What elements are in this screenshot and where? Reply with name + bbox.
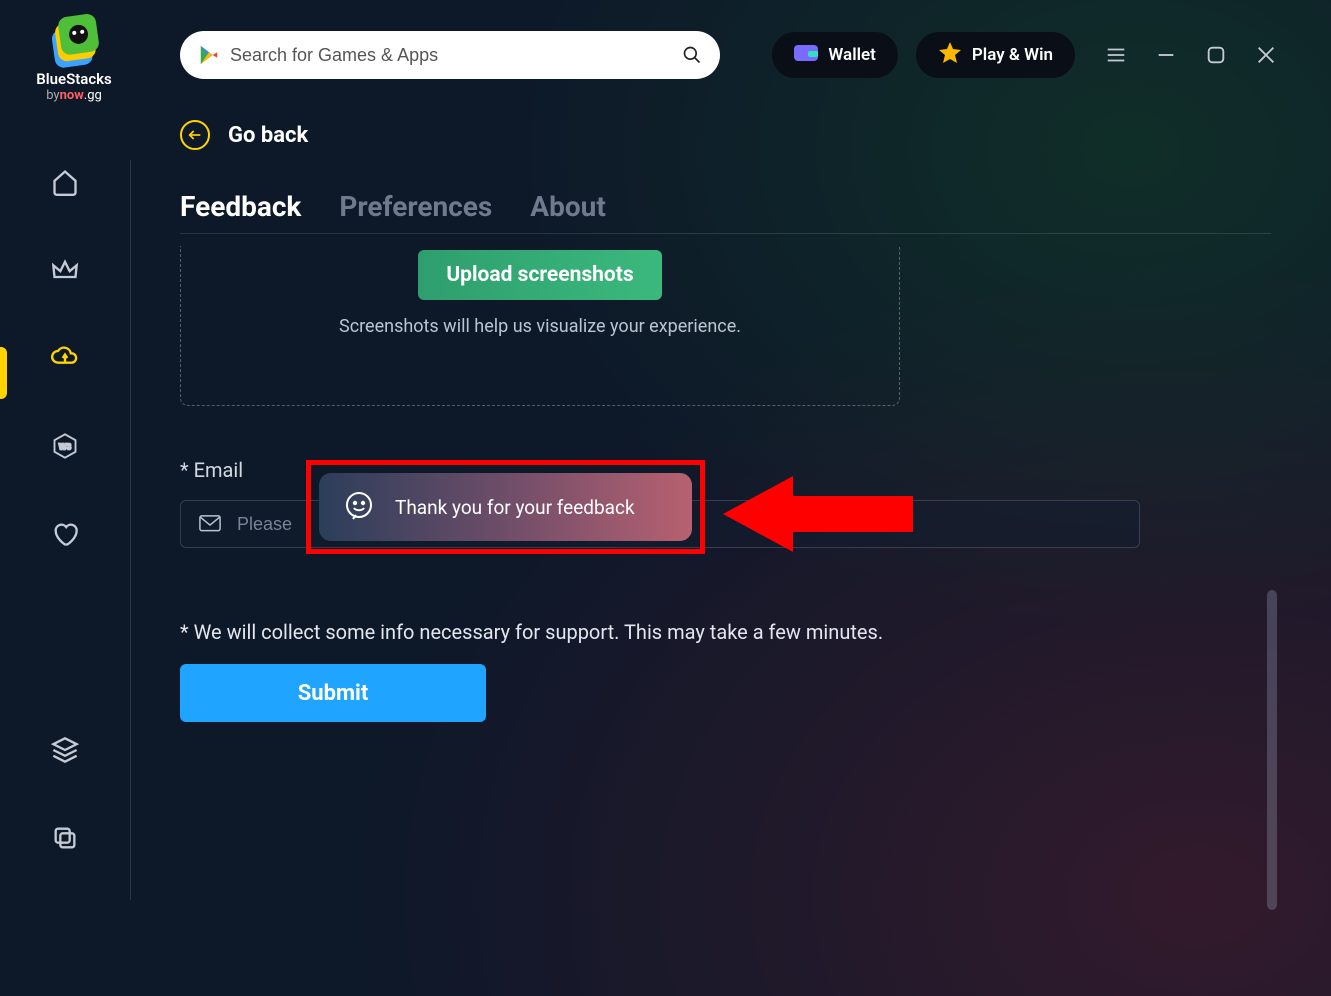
star-badge-icon: [938, 41, 962, 69]
search-input[interactable]: [230, 45, 682, 66]
copy-icon[interactable]: [51, 824, 79, 852]
upload-screenshots-button[interactable]: Upload screenshots: [418, 250, 661, 300]
search-bar[interactable]: [180, 31, 720, 79]
upload-hint: Screenshots will help us visualize your …: [181, 316, 899, 337]
bluestacks-logo-icon: [44, 8, 104, 68]
brand-subline: bynow.gg: [46, 88, 102, 103]
upload-dropzone[interactable]: Upload screenshots Screenshots will help…: [180, 246, 900, 406]
tab-preferences[interactable]: Preferences: [339, 190, 492, 223]
play-win-label: Play & Win: [972, 45, 1053, 65]
active-marker: [0, 347, 7, 399]
brand-name: BlueStacks: [36, 70, 112, 88]
sidebar-divider: [130, 160, 131, 900]
arrow-left-icon: [180, 120, 210, 150]
tab-feedback[interactable]: Feedback: [180, 190, 301, 223]
mail-icon: [199, 515, 221, 533]
go-back-button[interactable]: Go back: [180, 120, 1271, 150]
svg-text:W3: W3: [59, 443, 72, 452]
go-back-label: Go back: [228, 123, 308, 148]
toast-text: Thank you for your feedback: [395, 496, 635, 519]
close-icon[interactable]: [1255, 44, 1277, 66]
sidebar: W3: [0, 150, 130, 996]
feedback-toast: Thank you for your feedback: [319, 473, 692, 541]
wallet-icon: [794, 43, 818, 67]
submit-button[interactable]: Submit: [180, 664, 486, 722]
scrollbar[interactable]: [1267, 590, 1277, 910]
home-icon[interactable]: [51, 168, 79, 196]
window-controls: [1105, 44, 1277, 66]
smile-chat-icon: [343, 491, 375, 523]
minimize-icon[interactable]: [1155, 44, 1177, 66]
google-play-icon: [198, 44, 220, 66]
crown-icon[interactable]: [51, 256, 79, 284]
heart-icon[interactable]: [51, 520, 79, 548]
topbar: BlueStacks bynow.gg Wallet: [0, 0, 1331, 110]
brand: BlueStacks bynow.gg: [24, 8, 124, 103]
wallet-label: Wallet: [828, 45, 875, 65]
annotation-arrow-icon: [723, 476, 913, 552]
collection-note: * We will collect some info necessary fo…: [180, 620, 1271, 644]
annotation-overlay: Thank you for your feedback: [306, 460, 705, 554]
play-win-button[interactable]: Play & Win: [916, 32, 1075, 78]
wallet-button[interactable]: Wallet: [772, 32, 897, 78]
maximize-icon[interactable]: [1205, 44, 1227, 66]
hex-w3-icon[interactable]: W3: [51, 432, 79, 460]
layers-icon[interactable]: [51, 736, 79, 764]
annotation-box: Thank you for your feedback: [306, 460, 705, 554]
tab-about[interactable]: About: [530, 190, 606, 223]
tabs: Feedback Preferences About: [180, 190, 1271, 234]
cloud-sync-icon[interactable]: [51, 344, 79, 372]
menu-icon[interactable]: [1105, 44, 1127, 66]
search-icon: [682, 45, 702, 65]
